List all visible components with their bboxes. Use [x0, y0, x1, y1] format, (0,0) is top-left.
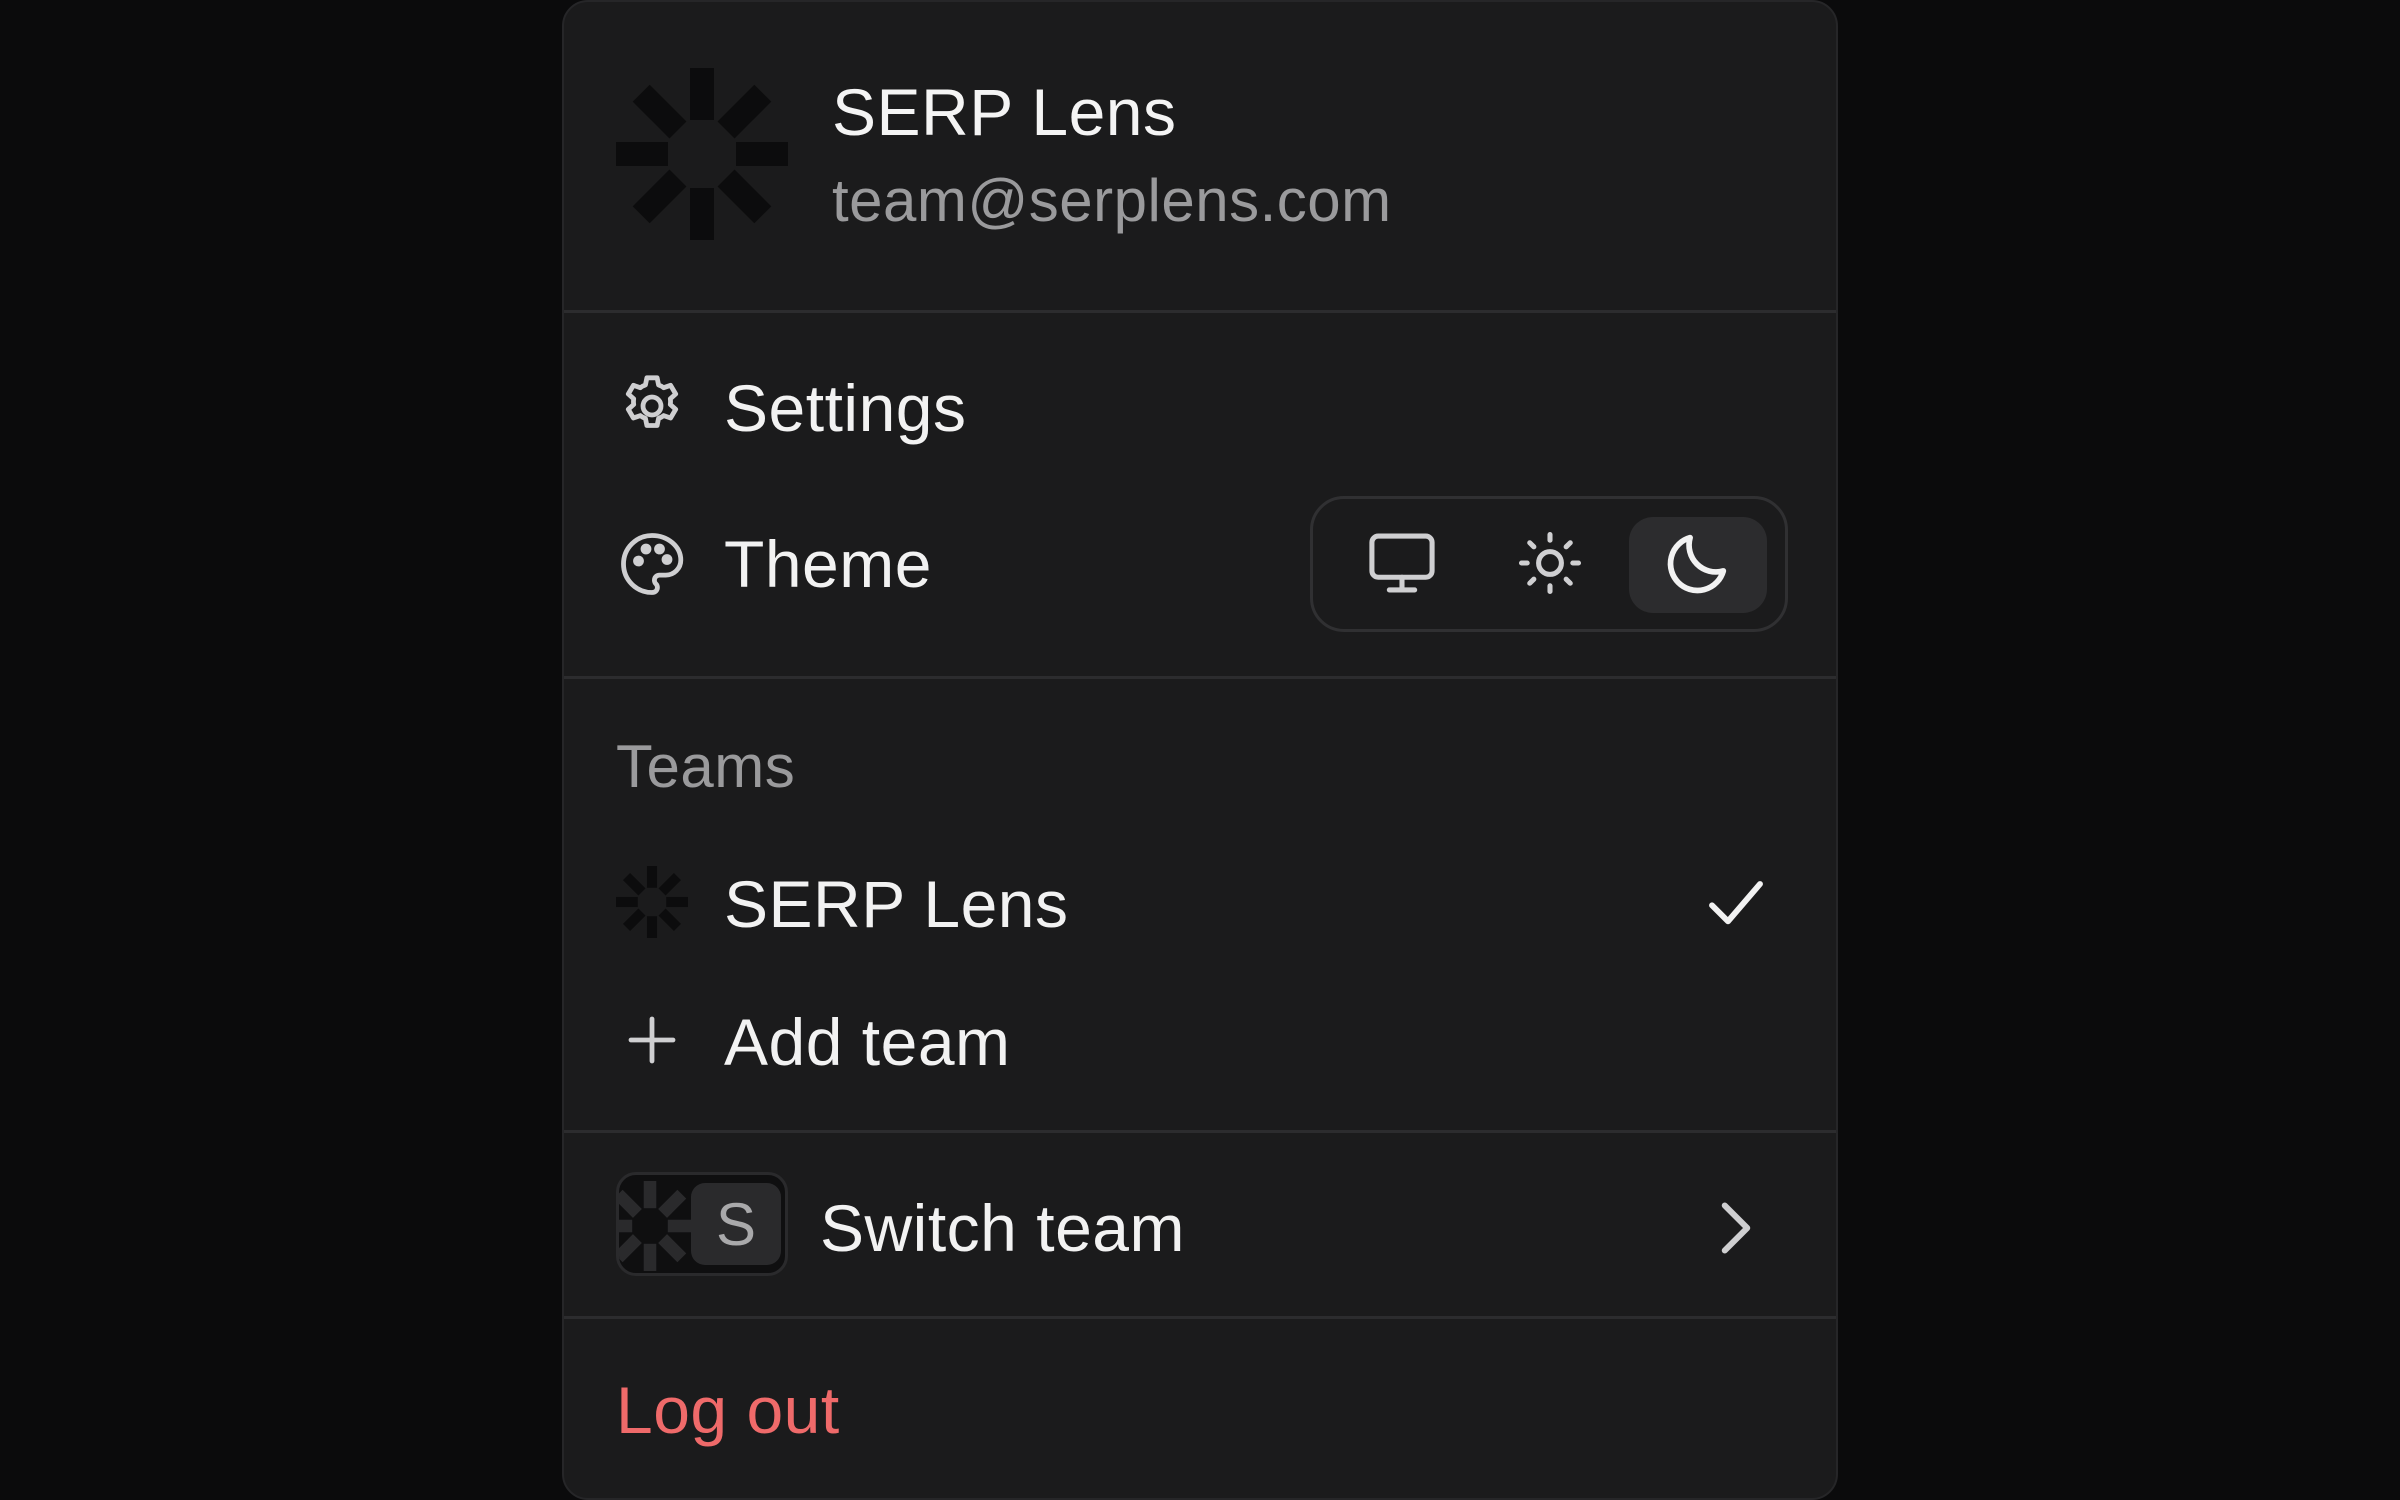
serp-lens-logo-icon [619, 1181, 695, 1271]
divider [564, 1130, 1836, 1133]
serp-lens-logo-icon [616, 68, 788, 240]
serp-lens-logo-icon [616, 866, 688, 938]
team-avatar-letter: S [691, 1183, 781, 1265]
logout-button[interactable]: Log out [616, 1372, 840, 1448]
team-item-serp-lens[interactable]: SERP Lens [564, 832, 1836, 968]
settings-label: Settings [724, 371, 967, 445]
theme-light-button[interactable] [1481, 517, 1619, 613]
theme-dark-button[interactable] [1629, 517, 1767, 613]
monitor-icon [1364, 525, 1440, 606]
moon-icon [1660, 525, 1736, 606]
settings-menu-item[interactable]: Settings [564, 338, 1836, 474]
account-menu: SERP Lens team@serplens.com Settings The… [562, 0, 1838, 1500]
team-avatar: S [616, 1172, 788, 1276]
theme-label: Theme [724, 527, 932, 601]
team-item-label: SERP Lens [724, 867, 1069, 941]
theme-system-button[interactable] [1333, 517, 1471, 613]
divider [564, 310, 1836, 313]
divider [564, 1316, 1836, 1319]
team-name: SERP Lens [832, 75, 1177, 149]
plus-icon [616, 1004, 688, 1076]
sun-icon [1512, 525, 1588, 606]
palette-icon [616, 528, 688, 600]
teams-heading: Teams [616, 733, 796, 800]
add-team-label: Add team [724, 1005, 1011, 1079]
gear-icon [616, 370, 688, 442]
theme-toggle-group [1310, 496, 1788, 632]
switch-team-label: Switch team [820, 1191, 1185, 1265]
add-team-menu-item[interactable]: Add team [564, 972, 1836, 1108]
divider [564, 676, 1836, 679]
chevron-right-icon [1716, 1198, 1756, 1263]
check-icon [1704, 876, 1768, 937]
account-email: team@serplens.com [832, 167, 1392, 234]
